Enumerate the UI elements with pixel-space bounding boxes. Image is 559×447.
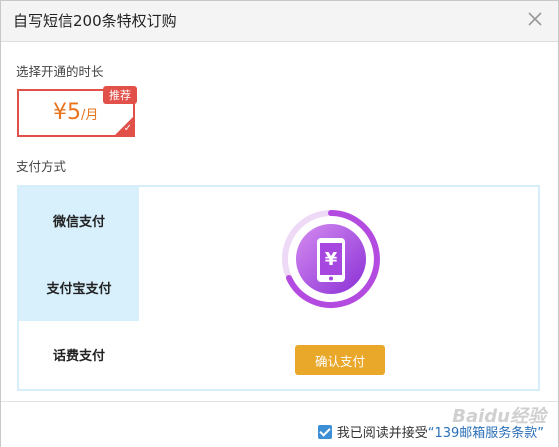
tab-phone-bill-pay[interactable]: 话费支付 (19, 321, 139, 388)
confirm-pay-button[interactable]: 确认支付 (295, 345, 385, 375)
check-icon: ✓ (123, 123, 132, 134)
dialog-title: 自写短信200条特权订购 (13, 12, 177, 30)
baidu-watermark: Baidu经验 (452, 406, 546, 427)
svg-text:¥: ¥ (325, 249, 338, 270)
agree-text: 我已阅读并接受 (336, 426, 428, 441)
phone-yuan-icon: ¥ (282, 210, 380, 308)
recommend-badge: 推荐 (103, 86, 137, 104)
payment-label: 支付方式 (16, 159, 67, 174)
tab-wechat-pay[interactable]: 微信支付 (19, 187, 139, 254)
close-icon[interactable] (524, 8, 546, 30)
plan-option-monthly[interactable]: ¥5/月 推荐 ✓ (17, 86, 137, 137)
dialog-header: 自写短信200条特权订购 (1, 1, 558, 42)
payment-panel: 微信支付 支付宝支付 话费支付 ¥ 确认支付 (17, 185, 540, 391)
plan-price: ¥5/月 (53, 100, 99, 125)
duration-label: 选择开通的时长 (16, 64, 104, 79)
plan-unit: /月 (81, 108, 99, 123)
agree-checkbox[interactable] (317, 424, 332, 439)
order-dialog: 自写短信200条特权订购 选择开通的时长 ¥5/月 推荐 ✓ 支付方式 微信支付… (0, 0, 559, 447)
tab-alipay[interactable]: 支付宝支付 (19, 254, 139, 321)
